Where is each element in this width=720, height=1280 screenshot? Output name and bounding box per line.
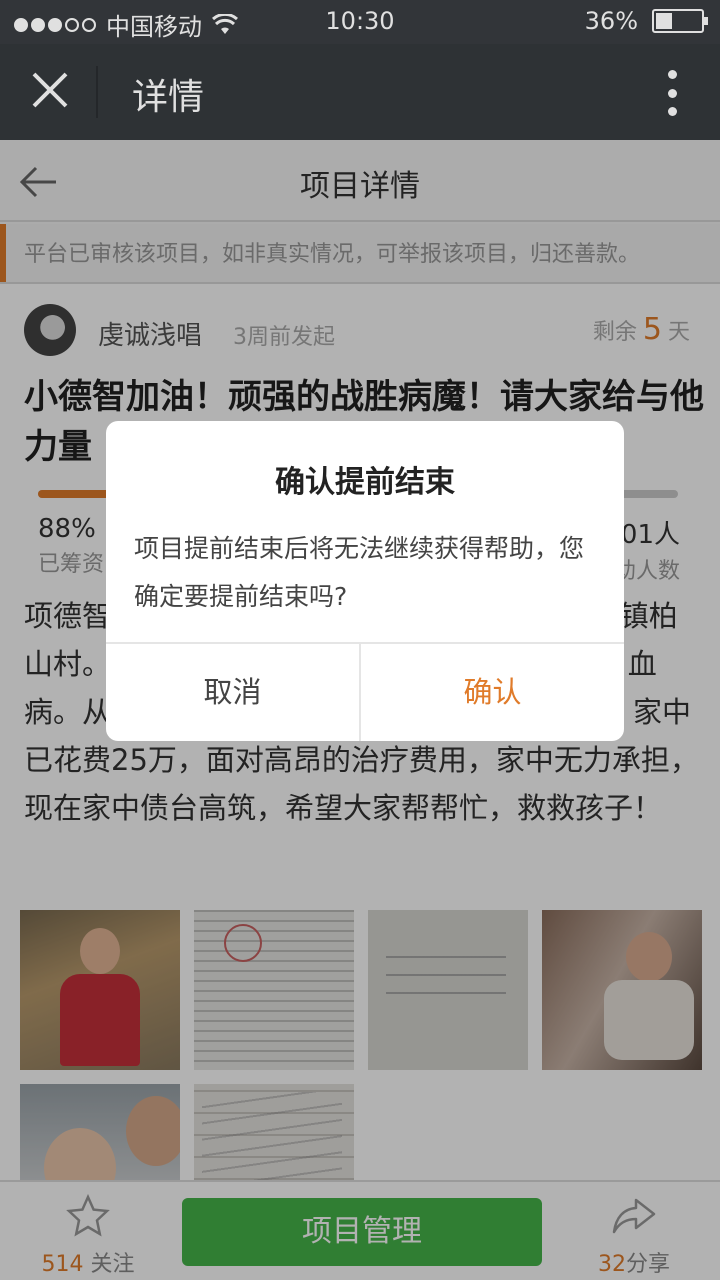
dialog-title: 确认提前结束: [275, 465, 455, 500]
cancel-button[interactable]: 取消: [106, 644, 359, 741]
confirm-button[interactable]: 确认: [361, 644, 624, 741]
dialog-message: 项目提前结束后将无法继续获得帮助，您确定要提前结束吗?: [134, 534, 585, 611]
confirm-end-dialog: 确认提前结束 项目提前结束后将无法继续获得帮助，您确定要提前结束吗? 取消 确认: [106, 421, 624, 741]
overlay-top: [0, 0, 720, 140]
